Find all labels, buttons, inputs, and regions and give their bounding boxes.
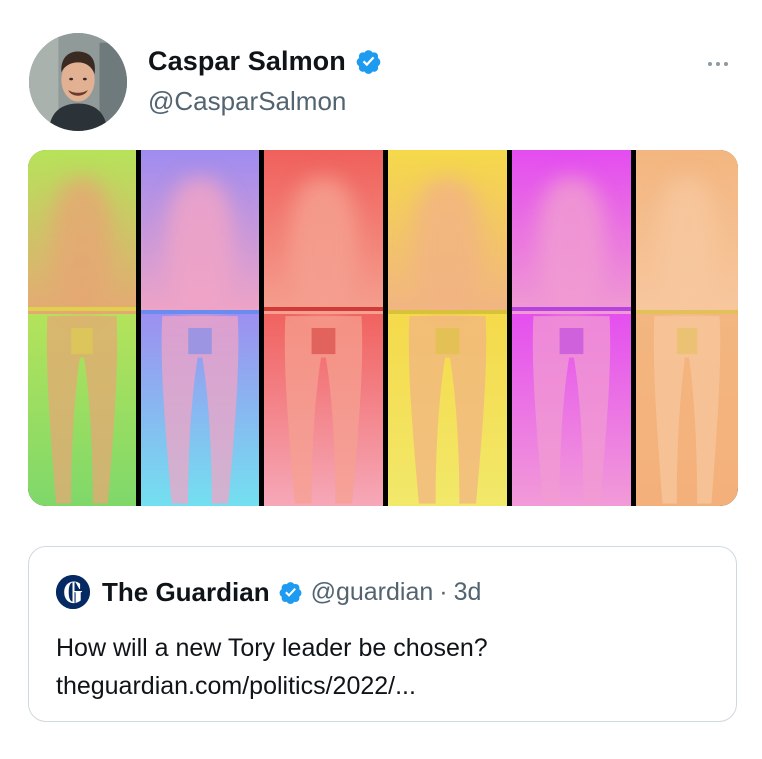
verified-badge-icon — [278, 580, 303, 605]
media-panel — [136, 150, 259, 506]
quoted-timestamp: 3d — [453, 578, 482, 606]
avatar-photo — [29, 33, 127, 131]
author-name-row: Caspar Salmon — [148, 46, 382, 77]
quoted-tweet-card[interactable]: The Guardian @guardian · 3d How will a n… — [28, 546, 737, 722]
avatar[interactable] — [29, 33, 127, 131]
media-panel — [383, 150, 507, 506]
quoted-author-handle: @guardian — [310, 578, 434, 606]
quoted-header: The Guardian @guardian · 3d — [102, 577, 481, 608]
tweet: Caspar Salmon @CasparSalmon The Guardian… — [0, 0, 762, 759]
quoted-tweet-text: How will a new Tory leader be chosen? th… — [56, 629, 488, 705]
media-panel — [631, 150, 738, 506]
media-panel — [259, 150, 383, 506]
quoted-author-name: The Guardian — [102, 577, 270, 607]
media-panel — [507, 150, 631, 506]
quoted-text-line: How will a new Tory leader be chosen? — [56, 634, 488, 662]
author-handle[interactable]: @CasparSalmon — [148, 86, 346, 117]
author-display-name[interactable]: Caspar Salmon — [148, 46, 346, 77]
tweet-media-image[interactable] — [28, 150, 738, 506]
quoted-link[interactable]: theguardian.com/politics/2022/... — [56, 667, 488, 705]
more-options-icon[interactable] — [700, 56, 736, 72]
media-panel — [28, 150, 136, 506]
verified-badge-icon — [355, 48, 382, 75]
quoted-separator: · — [439, 578, 448, 606]
guardian-logo-icon — [56, 575, 90, 609]
